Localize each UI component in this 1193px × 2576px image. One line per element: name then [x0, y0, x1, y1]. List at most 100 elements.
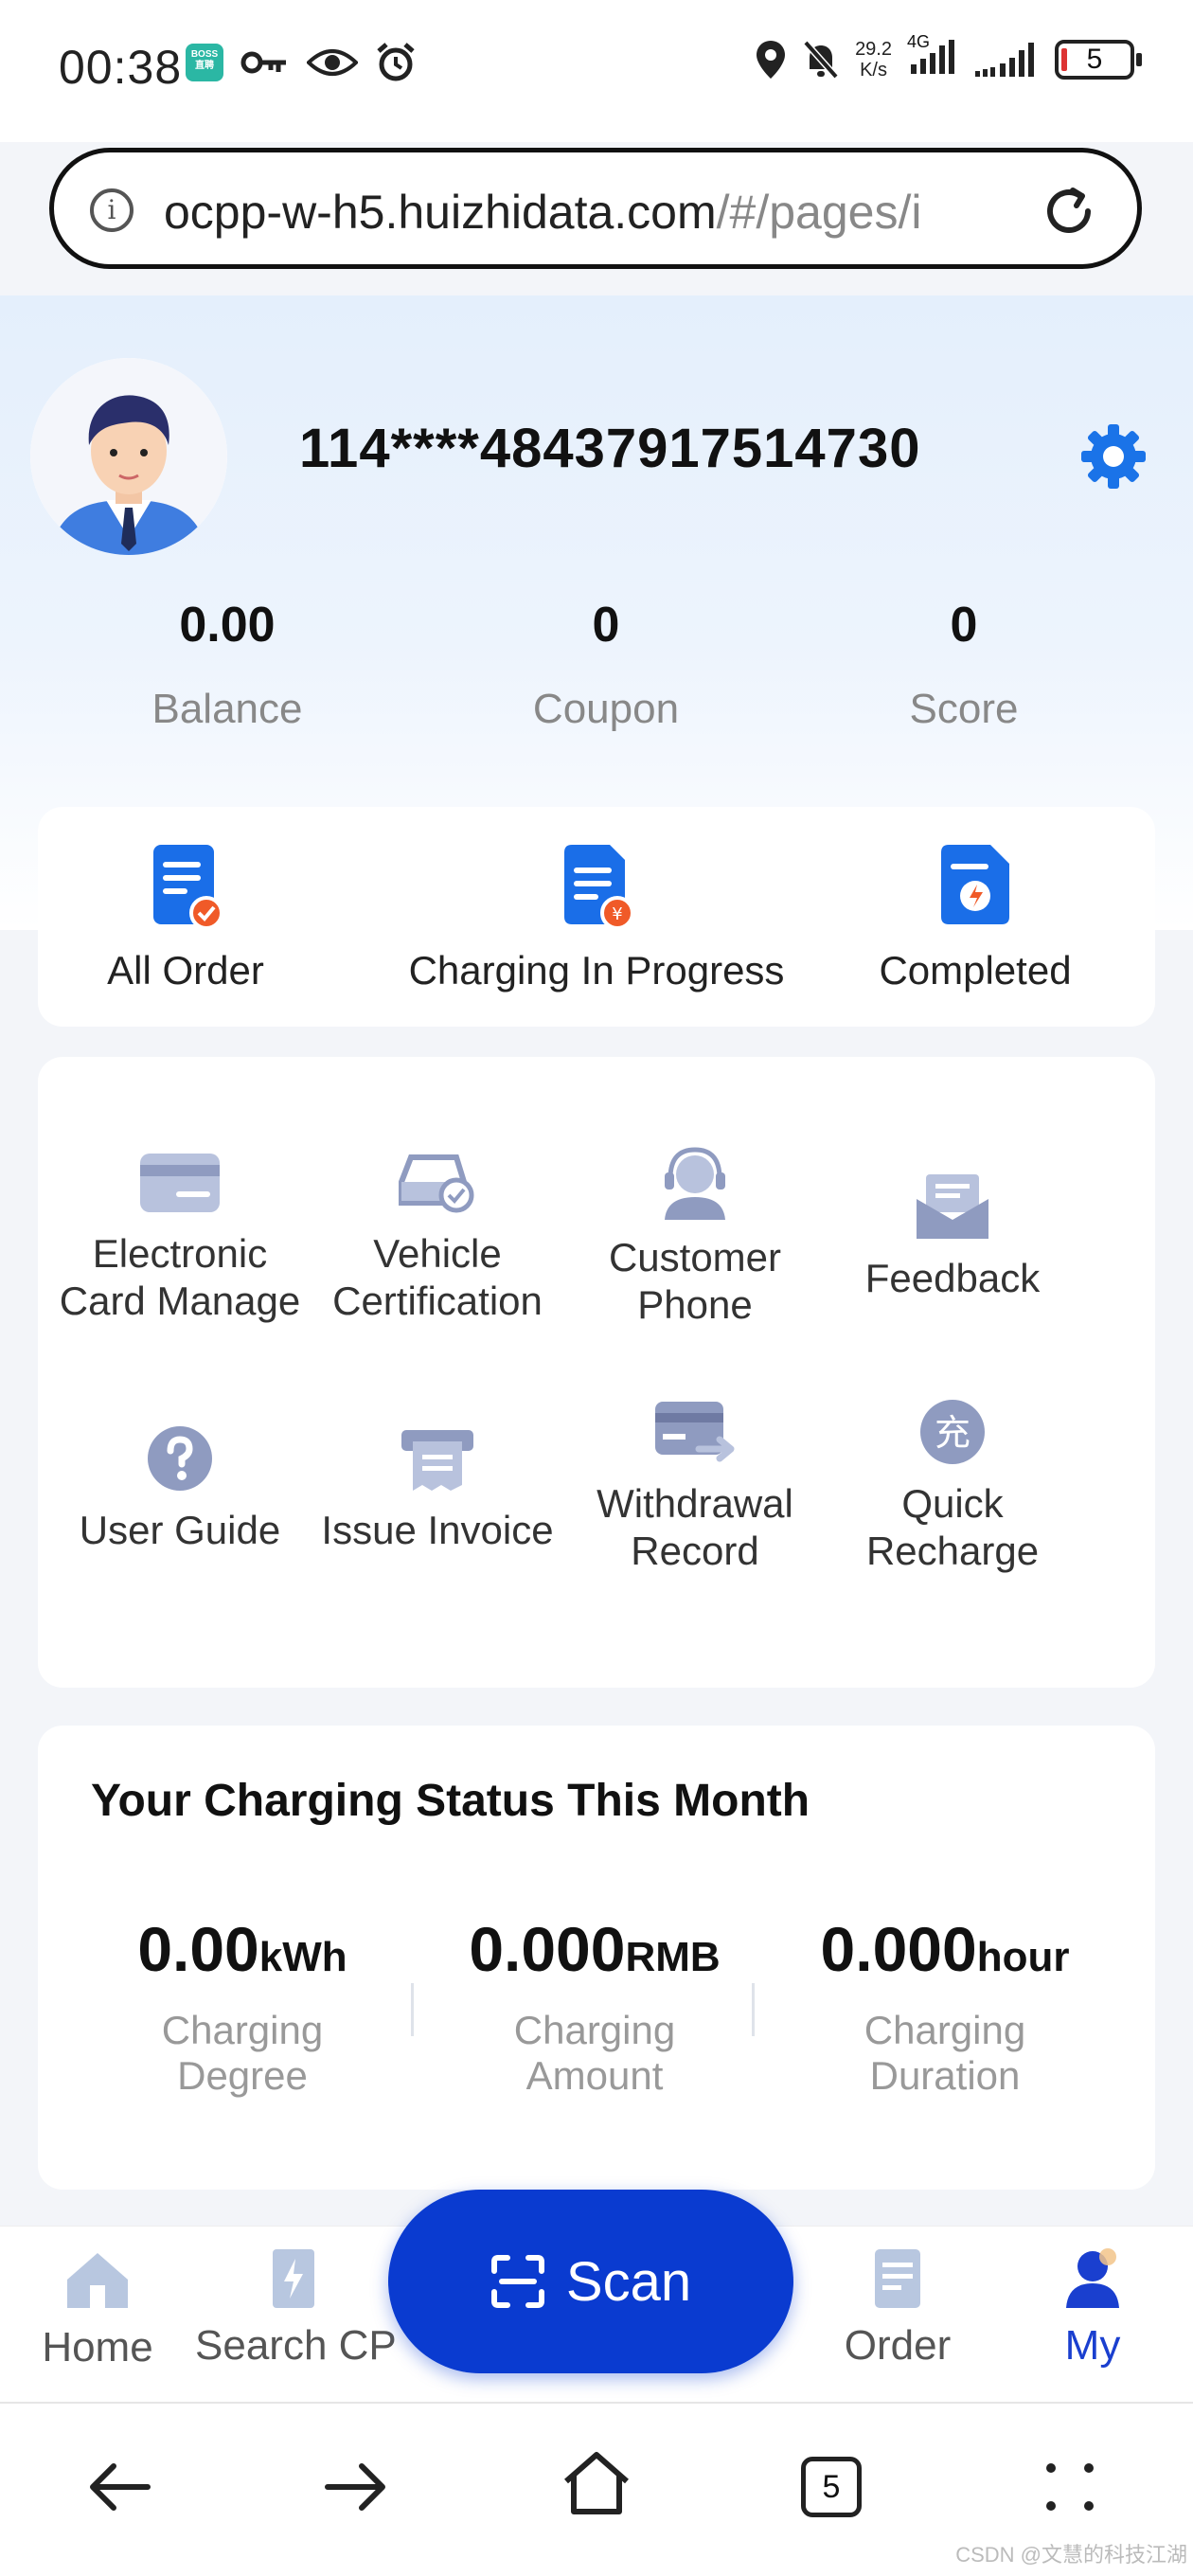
coupon-value: 0: [592, 598, 620, 653]
status-icons-left: BOSS 直聘: [186, 42, 417, 83]
scan-label: Scan: [565, 2250, 692, 2313]
electronic-label-line1: Electronic: [92, 1231, 268, 1276]
scan-icon: [490, 2255, 544, 2308]
tab-order-label: Order: [844, 2322, 952, 2369]
site-info-icon[interactable]: i: [90, 188, 134, 232]
watermark: CSDN @文慧的科技江湖: [955, 2543, 1187, 2567]
feedback-button[interactable]: Feedback: [824, 1171, 1081, 1302]
recharge-icon: 充: [920, 1400, 985, 1464]
tab-search-cp[interactable]: Search CP: [195, 2247, 397, 2370]
stat-divider: [411, 1983, 414, 2036]
electronic-card-manage-button[interactable]: Electronic Card Manage: [51, 1146, 309, 1325]
amount-unit: RMB: [625, 1934, 721, 1980]
completed-icon: [941, 845, 1009, 924]
charging-degree-stat: 0.00kWh Charging Degree: [91, 1913, 394, 2099]
scan-button[interactable]: Scan: [388, 2190, 793, 2373]
status-bar: 00:38 BOSS 直聘 29.2 K/s 4G 5: [0, 0, 1193, 142]
balance-stat[interactable]: 0.00 Balance: [76, 597, 379, 733]
quick-label-line1: Quick: [901, 1481, 1004, 1526]
avatar[interactable]: [30, 358, 227, 555]
electronic-card-manage-label: Electronic Card Manage: [51, 1230, 309, 1325]
withdrawal-record-button[interactable]: Withdrawal Record: [566, 1396, 824, 1575]
tab-home-label: Home: [42, 2324, 153, 2370]
battery-low-bar: [1061, 47, 1067, 71]
invoice-icon: [401, 1430, 473, 1491]
key-icon: [240, 51, 286, 74]
avatar-illustration-icon: [30, 358, 227, 555]
monthly-status-card: Your Charging Status This Month 0.00kWh …: [38, 1726, 1155, 2190]
quick-recharge-button[interactable]: 充 Quick Recharge: [824, 1396, 1081, 1575]
envelope-icon: [917, 1174, 988, 1239]
tab-home[interactable]: Home: [38, 2247, 157, 2371]
menu-dots-icon[interactable]: [1042, 2459, 1098, 2515]
monthly-status-title: Your Charging Status This Month: [91, 1776, 810, 1826]
mute-bell-icon: [803, 40, 839, 79]
order-doc-icon: [875, 2249, 920, 2308]
duration-label-line2: Duration: [869, 2053, 1021, 2098]
vehicle-certification-label: Vehicle Certification: [309, 1230, 566, 1325]
url-path: /#/pages/i: [716, 186, 922, 239]
tab-order[interactable]: Order: [831, 2247, 964, 2370]
vehicle-certification-button[interactable]: Vehicle Certification: [309, 1146, 566, 1325]
completed-button[interactable]: Completed: [852, 841, 1098, 993]
card-manage-label-line2: Card Manage: [59, 1279, 301, 1323]
location-icon: [757, 40, 786, 79]
amount-label-line1: Charging: [513, 2008, 676, 2052]
charging-amount-stat: 0.000RMB Charging Amount: [424, 1913, 765, 2099]
status-time: 00:38: [59, 41, 183, 94]
quick-recharge-label: Quick Recharge: [824, 1480, 1081, 1575]
charging-in-progress-button[interactable]: ¥ Charging In Progress: [360, 841, 833, 993]
all-order-button[interactable]: All Order: [91, 841, 280, 993]
url-text[interactable]: ocpp-w-h5.huizhidata.com/#/pages/i: [164, 185, 1035, 240]
all-order-label: All Order: [107, 948, 264, 993]
svg-text:¥: ¥: [612, 904, 622, 924]
degree-number: 0.00: [137, 1914, 259, 1984]
coupon-stat[interactable]: 0 Coupon: [454, 597, 757, 733]
back-arrow-icon[interactable]: [85, 2453, 153, 2521]
home-nav-icon[interactable]: [561, 2447, 632, 2519]
coupon-label: Coupon: [532, 686, 680, 732]
battery-level: 5: [1086, 43, 1103, 75]
degree-unit: kWh: [258, 1934, 347, 1980]
vehicle-label-line1: Vehicle: [373, 1231, 502, 1276]
score-stat[interactable]: 0 Score: [812, 597, 1115, 733]
eye-icon: [307, 49, 358, 76]
user-guide-button[interactable]: User Guide: [51, 1422, 309, 1554]
charging-degree-label: Charging Degree: [91, 2008, 394, 2099]
reload-icon[interactable]: [1039, 181, 1099, 242]
record-label-line2: Record: [631, 1529, 759, 1573]
tabs-switcher-button[interactable]: 5: [801, 2457, 862, 2517]
settings-gear-icon[interactable]: [1077, 420, 1149, 492]
feedback-label-line1: Feedback: [864, 1256, 1041, 1300]
status-icons-right: 29.2 K/s 4G 5: [755, 32, 1142, 80]
charging-duration-label: Charging Duration: [775, 2008, 1115, 2099]
issue-invoice-label: Issue Invoice: [309, 1507, 566, 1554]
question-icon: [148, 1426, 212, 1491]
charging-duration-stat: 0.000hour Charging Duration: [775, 1913, 1115, 2099]
customer-phone-button[interactable]: Customer Phone: [566, 1146, 824, 1329]
charging-in-progress-icon: ¥: [564, 845, 634, 930]
speed-unit: K/s: [860, 59, 887, 80]
tab-search-label: Search CP: [195, 2322, 397, 2369]
withdrawal-record-label: Withdrawal Record: [566, 1480, 824, 1575]
forward-arrow-icon[interactable]: [322, 2453, 390, 2521]
card-icon: [140, 1154, 220, 1212]
recharge-label-line2: Recharge: [865, 1529, 1040, 1573]
address-bar[interactable]: i ocpp-w-h5.huizhidata.com/#/pages/i: [49, 148, 1142, 269]
boss-app-icon: BOSS 直聘: [186, 44, 223, 81]
tab-my[interactable]: My: [1045, 2247, 1140, 2370]
charging-duration-value: 0.000hour: [775, 1913, 1115, 1985]
withdrawal-icon: [655, 1402, 735, 1462]
issue-invoice-button[interactable]: Issue Invoice: [309, 1422, 566, 1554]
charging-amount-label: Charging Amount: [424, 2008, 765, 2099]
network-type: 4G: [907, 32, 931, 51]
duration-unit: hour: [976, 1934, 1070, 1980]
feedback-label: Feedback: [824, 1255, 1081, 1302]
signal-4g: 4G: [907, 32, 958, 80]
phone-label-line2: Phone: [637, 1282, 753, 1327]
boss-badge-line2: 直聘: [195, 61, 214, 71]
score-label: Score: [909, 686, 1019, 732]
score-value: 0: [950, 598, 978, 653]
stat-divider: [752, 1983, 755, 2036]
withdrawal-label-line1: Withdrawal: [596, 1481, 793, 1526]
